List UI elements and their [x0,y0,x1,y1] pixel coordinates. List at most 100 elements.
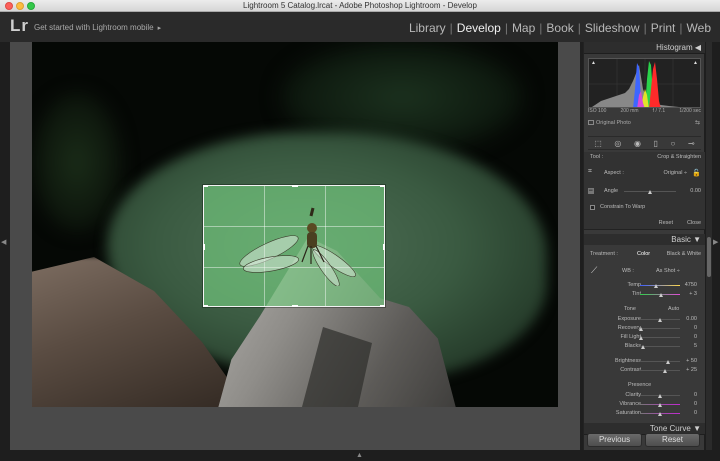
basic-panel: Treatment : Color Black & White ⟋ WB : A… [584,245,705,423]
sync-icon[interactable]: ⇆ [695,119,700,126]
blacks-slider-thumb[interactable] [641,345,645,349]
aspect-value: Original [663,170,683,176]
vibrance-slider-thumb[interactable] [658,403,662,407]
brightness-slider[interactable] [640,361,680,362]
temp-label: Temp [627,282,641,288]
crop-handle-br[interactable] [380,305,385,307]
dropdown-icon: ÷ [676,268,680,274]
right-panel: Histogram ◀ ▲ ▲ ISO 100 200 mm f / 7.1 1… [583,42,705,450]
histogram-title: Histogram [656,43,693,52]
contrast-value: + 25 [686,367,697,373]
crop-handle-bl[interactable] [203,305,208,307]
histogram-graph [589,59,700,107]
contrast-label: Contrast [620,367,641,373]
temp-slider-thumb[interactable] [654,284,658,288]
bottom-buttons: Previous Reset [583,433,704,450]
module-develop[interactable]: Develop [454,21,504,35]
crop-handle-tr[interactable] [380,185,385,187]
module-web[interactable]: Web [684,21,714,35]
dragonfly [239,207,356,286]
clarity-label: Clarity [625,392,641,398]
wb-select[interactable]: As Shot ÷ [656,268,680,274]
filllight-label: Fill Light [620,334,641,340]
highlight-clipping-icon[interactable]: ▲ [693,60,698,66]
recovery-slider-thumb[interactable] [639,327,643,331]
reset-button[interactable]: Reset [645,433,700,447]
histogram-header[interactable]: Histogram ◀ [584,42,705,54]
filmstrip-toggle-icon[interactable]: ▲ [356,452,363,459]
window-titlebar: Lightroom 5 Catalog.lrcat - Adobe Photos… [0,0,720,12]
crop-overlay[interactable] [203,185,385,307]
blacks-value: 5 [693,343,697,349]
straighten-tool-icon[interactable]: ═ [588,188,594,194]
crop-frame-icon[interactable]: ⌗ [588,168,592,176]
radial-filter-icon[interactable]: ○ [671,139,676,148]
treatment-color[interactable]: Color [637,251,650,257]
crop-handle-left[interactable] [203,244,205,250]
module-library[interactable]: Library [406,21,449,35]
angle-label: Angle [604,188,619,194]
constrain-label: Constrain To Warp [600,204,646,210]
lock-icon[interactable]: 🔓 [692,169,701,177]
tool-label: Tool : [590,154,604,160]
tint-value: + 3 [689,291,697,297]
temp-slider[interactable] [640,285,680,286]
red-eye-icon[interactable]: ◉ [634,139,641,148]
right-panel-toggle-icon[interactable]: ▶ [713,238,718,246]
shadow-clipping-icon[interactable]: ▲ [591,60,596,66]
tint-slider-thumb[interactable] [659,293,663,297]
image-canvas [10,42,580,450]
adjustment-brush-icon[interactable]: ⊸ [688,139,695,148]
filllight-slider-thumb[interactable] [639,336,643,340]
crop-handle-bottom[interactable] [292,305,298,307]
filllight-slider[interactable] [640,337,680,338]
wb-value: As Shot [656,268,676,274]
graduated-filter-icon[interactable]: ▯ [654,139,658,148]
brightness-value: + 50 [686,358,697,364]
module-bar: Lr Get started with Lightroom mobile ▸ Li… [0,12,720,42]
right-panel-scrollbar[interactable] [706,42,712,450]
histogram: ▲ ▲ [588,58,701,108]
blacks-slider[interactable] [640,346,680,347]
brightness-slider-thumb[interactable] [666,360,670,364]
module-print[interactable]: Print [648,21,679,35]
crop-handle-right[interactable] [383,244,385,250]
aspect-select[interactable]: Original ÷ [663,170,687,176]
contrast-slider-thumb[interactable] [663,369,667,373]
clarity-value: 0 [693,392,697,398]
shutter-value: 1/200 sec [679,108,701,114]
clarity-slider-thumb[interactable] [658,394,662,398]
auto-tone-button[interactable]: Auto [668,306,679,312]
original-photo-icon [588,120,594,126]
previous-button[interactable]: Previous [587,433,642,447]
crop-reset-button[interactable]: Reset [659,220,673,226]
crop-close-button[interactable]: Close [687,220,701,226]
crop-tool-icon[interactable]: ⬚ [594,139,602,148]
module-slideshow[interactable]: Slideshow [582,21,643,35]
treatment-label: Treatment : [590,251,618,257]
tool-value: Crop & Straighten [657,154,701,160]
get-started-label: Get started with Lightroom mobile [34,23,154,32]
left-panel-toggle-icon[interactable]: ◀ [1,238,6,246]
brightness-label: Brightness [615,358,641,364]
crop-handle-tl[interactable] [203,185,208,187]
crop-handle-top[interactable] [292,185,298,187]
get-started-link[interactable]: Get started with Lightroom mobile ▸ [34,23,161,32]
scrollbar-thumb[interactable] [707,237,711,277]
exposure-slider-thumb[interactable] [658,318,662,322]
eyedropper-icon[interactable]: ⟋ [591,265,597,276]
saturation-slider-thumb[interactable] [658,412,662,416]
collapse-icon: ◀ [694,43,701,52]
module-book[interactable]: Book [543,21,576,35]
collapse-icon: ▼ [693,235,701,244]
spot-removal-icon[interactable]: ◎ [614,139,621,148]
angle-slider-thumb[interactable] [648,190,652,194]
module-map[interactable]: Map [509,21,538,35]
vibrance-value: 0 [693,401,697,407]
constrain-checkbox[interactable] [590,205,595,210]
contrast-slider[interactable] [640,370,680,371]
window-title: Lightroom 5 Catalog.lrcat - Adobe Photos… [243,1,477,10]
treatment-bw[interactable]: Black & White [667,251,701,257]
angle-value: 0.00 [690,188,701,194]
recovery-slider[interactable] [640,328,680,329]
